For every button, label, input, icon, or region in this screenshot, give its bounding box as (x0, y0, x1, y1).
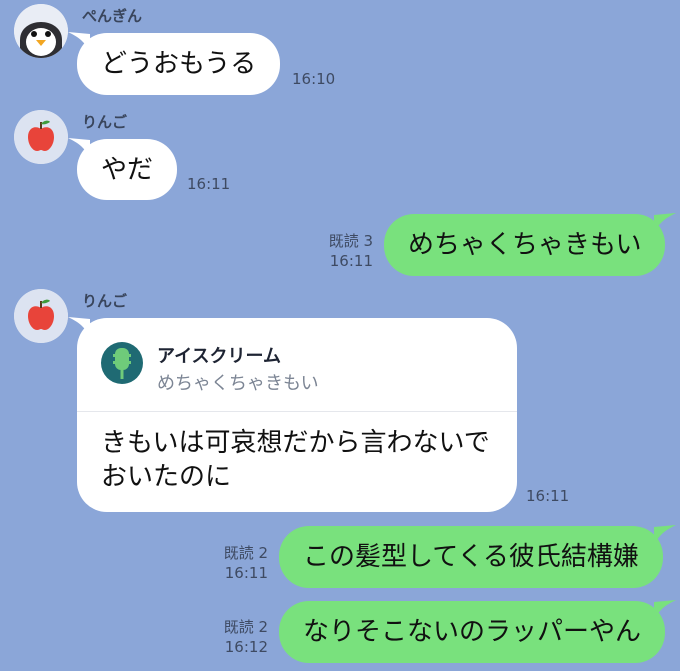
read-status: 既読 2 16:11 (208, 543, 268, 583)
sender-name: りんご (82, 113, 128, 131)
quoted-text: めちゃくちゃきもい (157, 373, 319, 394)
bubble-tail (654, 213, 676, 233)
message-text: めちゃくちゃきもい (408, 230, 642, 260)
quoted-sender: アイスクリーム (157, 346, 282, 367)
sender-name: ぺんぎん (82, 7, 143, 25)
avatar[interactable] (14, 4, 68, 58)
message-text: どうおもうる (101, 49, 257, 79)
ice-cream-thumbnail (101, 342, 143, 384)
ice-cream-icon (113, 348, 131, 379)
read-count: 既読 3 (328, 232, 373, 250)
avatar[interactable] (14, 289, 68, 343)
message-bubble[interactable]: なりそこないのラッパーやん (279, 601, 666, 663)
bubble-tail (654, 525, 676, 545)
message-time: 16:11 (224, 564, 268, 582)
chat-area[interactable]: ぺんぎん どうおもうる 16:10 りんご やだ 16:11 既読 3 16:1… (0, 0, 680, 671)
message-time: 16:11 (187, 175, 231, 193)
message-text: なりそこないのラッパーやん (303, 617, 642, 647)
message-time: 16:12 (224, 638, 268, 656)
message-bubble[interactable]: この髪型してくる彼氏結構嫌 (279, 526, 663, 588)
read-status: 既読 3 16:11 (313, 231, 373, 271)
message-bubble[interactable]: どうおもうる (77, 33, 281, 95)
message-bubble[interactable]: めちゃくちゃきもい (384, 214, 666, 276)
bubble-tail (654, 600, 676, 620)
sender-name: りんご (82, 292, 128, 310)
apple-icon (14, 110, 68, 164)
message-text: きもいは可哀想だから言わないで おいたのに (101, 428, 490, 492)
read-count: 既読 2 (223, 618, 268, 636)
apple-icon (14, 289, 68, 343)
quoted-message[interactable]: アイスクリーム めちゃくちゃきもい (77, 318, 517, 412)
read-status: 既読 2 16:12 (208, 617, 268, 657)
read-count: 既読 2 (223, 544, 268, 562)
message-text: やだ (101, 154, 154, 185)
message-time: 16:11 (526, 487, 570, 505)
message-bubble[interactable]: やだ (77, 139, 178, 200)
message-time: 16:11 (329, 252, 373, 270)
message-text: この髪型してくる彼氏結構嫌 (303, 542, 639, 572)
reply-message-bubble[interactable]: アイスクリーム めちゃくちゃきもい きもいは可哀想だから言わないで おいたのに (77, 318, 517, 512)
avatar[interactable] (14, 110, 68, 164)
message-time: 16:10 (292, 70, 336, 88)
penguin-icon (14, 4, 68, 58)
